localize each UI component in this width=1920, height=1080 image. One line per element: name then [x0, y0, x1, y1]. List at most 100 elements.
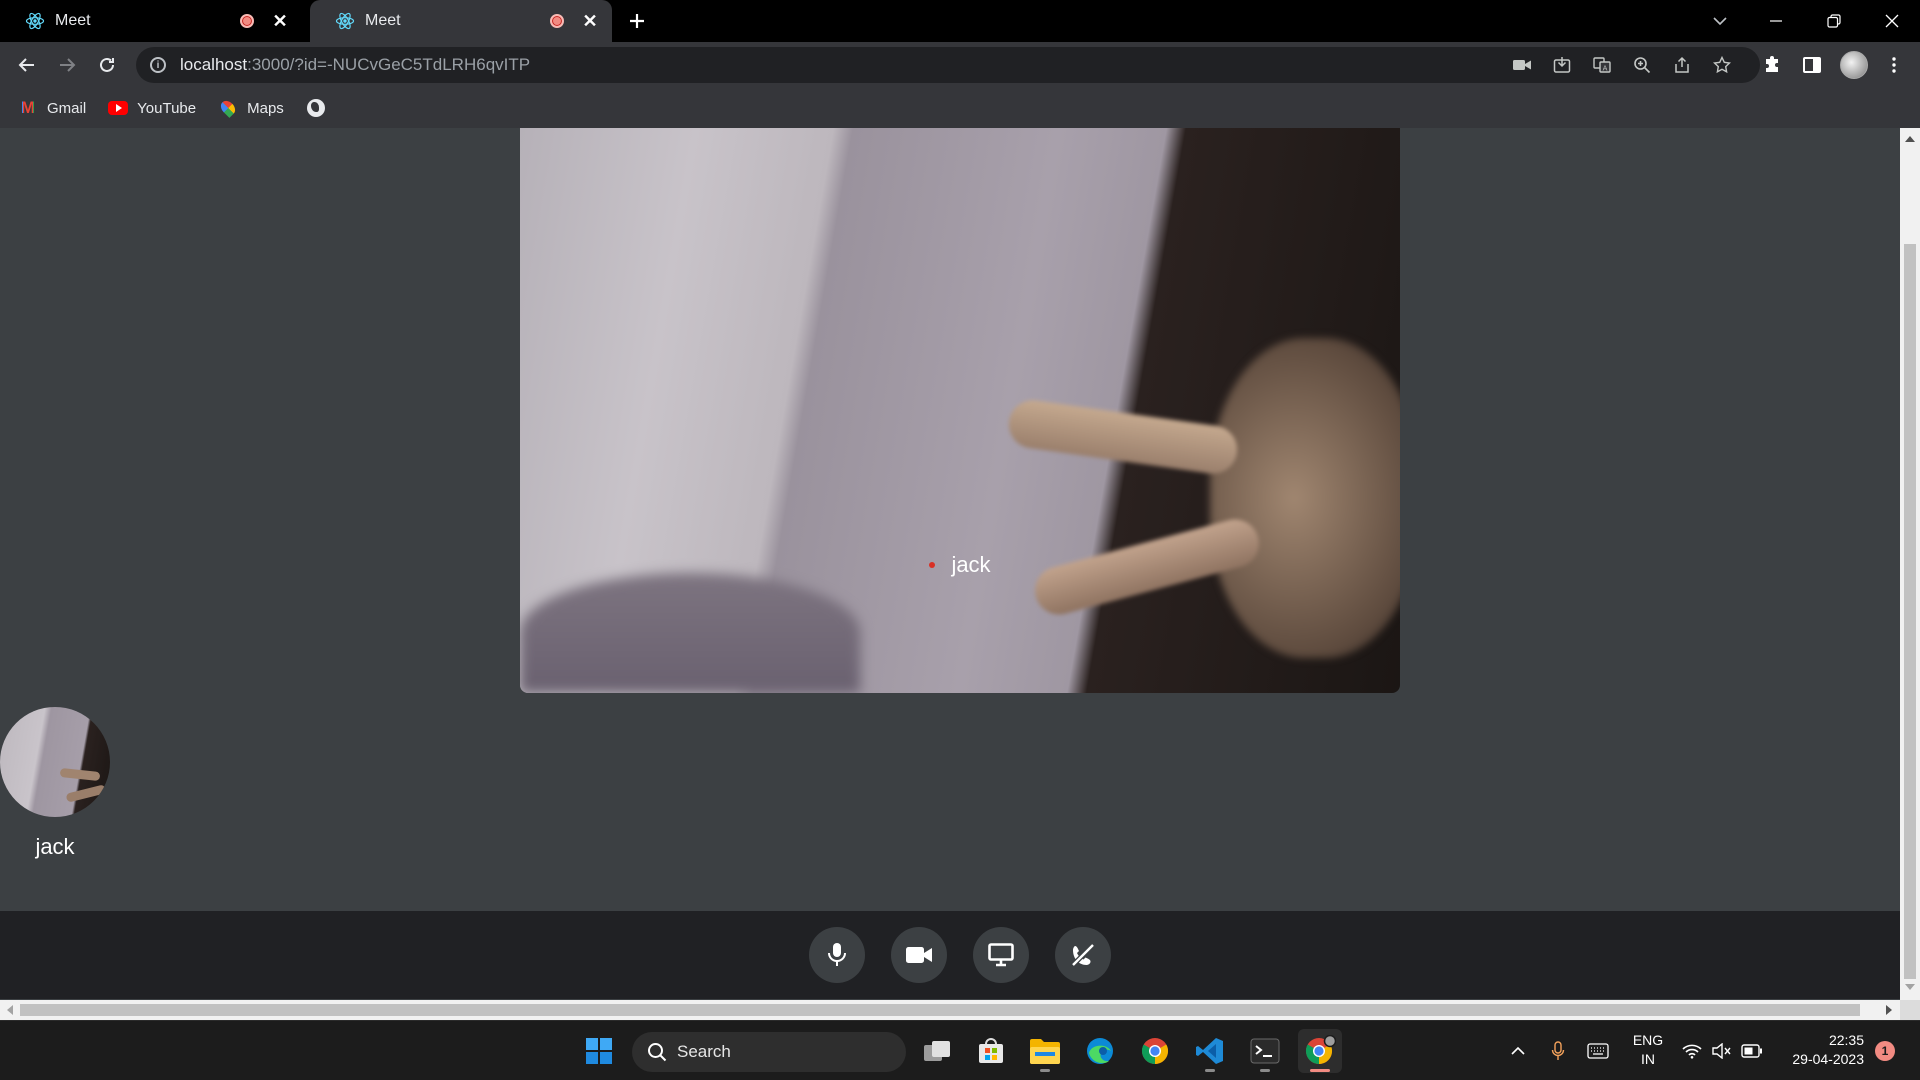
- vertical-scroll-thumb[interactable]: [1904, 244, 1916, 979]
- share-icon[interactable]: [1668, 51, 1696, 79]
- arrow-left-icon: [18, 58, 34, 72]
- search-label: Search: [677, 1042, 731, 1061]
- folder-icon: [1030, 1039, 1060, 1064]
- edge-button[interactable]: [1078, 1029, 1122, 1073]
- leave-call-button[interactable]: [1055, 927, 1111, 983]
- minimize-button[interactable]: [1748, 0, 1804, 42]
- tab-strip: Meet ✕ Meet ✕: [0, 0, 1920, 42]
- speaking-indicator-icon: [929, 562, 936, 568]
- volume-muted-icon[interactable]: [1710, 1039, 1734, 1063]
- close-icon: [1885, 14, 1899, 28]
- reload-button[interactable]: [89, 47, 125, 83]
- clock[interactable]: 22:35 29-04-2023: [1778, 1031, 1864, 1069]
- bookmarks-bar: M Gmail YouTube Maps: [0, 88, 1920, 128]
- video-name-tag: jack: [520, 552, 1400, 578]
- call-controls-bar: [0, 911, 1900, 999]
- tab-meet-1[interactable]: Meet ✕: [0, 0, 302, 42]
- camera-in-use-icon[interactable]: [1508, 51, 1536, 79]
- input-language[interactable]: ENG IN: [1628, 1031, 1668, 1069]
- microphone-in-use-icon[interactable]: [1546, 1039, 1570, 1063]
- scroll-right-icon[interactable]: [1886, 1005, 1892, 1015]
- url-host: localhost: [180, 55, 248, 74]
- close-tab-icon[interactable]: ✕: [580, 11, 600, 31]
- url-path: :3000/?id=-NUCvGeC5TdLRH6qvITP: [247, 55, 531, 74]
- microsoft-store-button[interactable]: [969, 1029, 1013, 1073]
- start-button[interactable]: [577, 1029, 621, 1073]
- translate-icon[interactable]: A: [1588, 51, 1616, 79]
- participant-tile[interactable]: jack: [0, 707, 110, 860]
- recording-indicator-icon: [240, 14, 254, 28]
- info-icon[interactable]: i: [150, 57, 166, 73]
- video-camera-icon: [906, 947, 932, 963]
- bookmark-label: Maps: [247, 99, 284, 117]
- react-icon: [335, 11, 355, 31]
- bookmark-star-icon[interactable]: [1708, 51, 1736, 79]
- monitor-icon: [988, 943, 1014, 967]
- restore-icon: [1827, 14, 1841, 28]
- wifi-icon[interactable]: [1680, 1039, 1704, 1063]
- bookmark-youtube[interactable]: YouTube: [108, 100, 196, 117]
- back-button[interactable]: [9, 47, 45, 83]
- svg-text:A: A: [1603, 65, 1608, 73]
- scroll-up-icon[interactable]: [1905, 136, 1915, 142]
- camera-button[interactable]: [891, 927, 947, 983]
- terminal-button[interactable]: [1243, 1029, 1287, 1073]
- windows-taskbar: Search ENG IN 22:35 29-04-2023 1: [0, 1020, 1920, 1080]
- microphone-button[interactable]: [809, 927, 865, 983]
- vscode-button[interactable]: [1188, 1029, 1232, 1073]
- terminal-icon: [1250, 1038, 1280, 1064]
- task-view-button[interactable]: [915, 1029, 959, 1073]
- reload-icon: [100, 57, 114, 72]
- horizontal-scroll-thumb[interactable]: [20, 1004, 1860, 1016]
- bookmark-globe[interactable]: [306, 99, 335, 117]
- more-menu-icon[interactable]: [1880, 51, 1908, 79]
- tab-search-button[interactable]: [1692, 0, 1748, 42]
- participant-thumbnail[interactable]: [0, 707, 110, 817]
- youtube-icon: [108, 100, 129, 116]
- forward-button[interactable]: [49, 47, 85, 83]
- side-panel-icon[interactable]: [1798, 51, 1826, 79]
- tab-title: Meet: [365, 12, 401, 29]
- restore-button[interactable]: [1806, 0, 1862, 42]
- maps-icon: [218, 98, 239, 118]
- task-view-icon: [924, 1041, 950, 1061]
- tab-title: Meet: [55, 12, 91, 29]
- tab-meet-2[interactable]: Meet ✕: [310, 0, 612, 42]
- show-hidden-icons-icon[interactable]: [1506, 1039, 1530, 1063]
- meeting-page: jack jack: [0, 128, 1900, 1000]
- scrollbar-corner: [1900, 1000, 1920, 1020]
- bookmark-maps[interactable]: Maps: [218, 98, 284, 118]
- close-window-button[interactable]: [1864, 0, 1920, 42]
- scroll-down-icon[interactable]: [1905, 984, 1915, 990]
- new-tab-button[interactable]: [622, 6, 652, 36]
- chrome-icon: [1141, 1038, 1169, 1065]
- screen-share-button[interactable]: [973, 927, 1029, 983]
- close-tab-icon[interactable]: ✕: [270, 11, 290, 31]
- search-icon: [648, 1043, 667, 1062]
- chrome-icon: [1305, 1035, 1336, 1065]
- chrome-button[interactable]: [1133, 1029, 1177, 1073]
- main-video-feed[interactable]: jack: [520, 128, 1400, 693]
- vscode-icon: [1196, 1038, 1223, 1064]
- edge-icon: [1087, 1038, 1113, 1064]
- microphone-icon: [828, 943, 846, 966]
- extensions-icon[interactable]: [1758, 51, 1786, 79]
- profile-avatar[interactable]: [1840, 51, 1868, 79]
- globe-icon: [306, 99, 326, 117]
- end-call-icon: [1070, 942, 1096, 968]
- bookmark-gmail[interactable]: M Gmail: [18, 98, 86, 117]
- chrome-active-button[interactable]: [1298, 1029, 1342, 1073]
- battery-icon[interactable]: [1740, 1039, 1764, 1063]
- install-app-icon[interactable]: [1548, 51, 1576, 79]
- notification-badge[interactable]: 1: [1875, 1041, 1895, 1061]
- file-explorer-button[interactable]: [1023, 1029, 1067, 1073]
- keyboard-icon[interactable]: [1586, 1039, 1610, 1063]
- store-icon: [979, 1038, 1003, 1063]
- taskbar-search[interactable]: Search: [632, 1032, 906, 1072]
- participant-name: jack: [951, 552, 991, 577]
- zoom-icon[interactable]: [1628, 51, 1656, 79]
- horizontal-scrollbar[interactable]: [0, 1000, 1900, 1020]
- scroll-left-icon[interactable]: [7, 1005, 13, 1015]
- clock-time: 22:35: [1828, 1032, 1864, 1048]
- vertical-scrollbar[interactable]: [1900, 128, 1920, 1000]
